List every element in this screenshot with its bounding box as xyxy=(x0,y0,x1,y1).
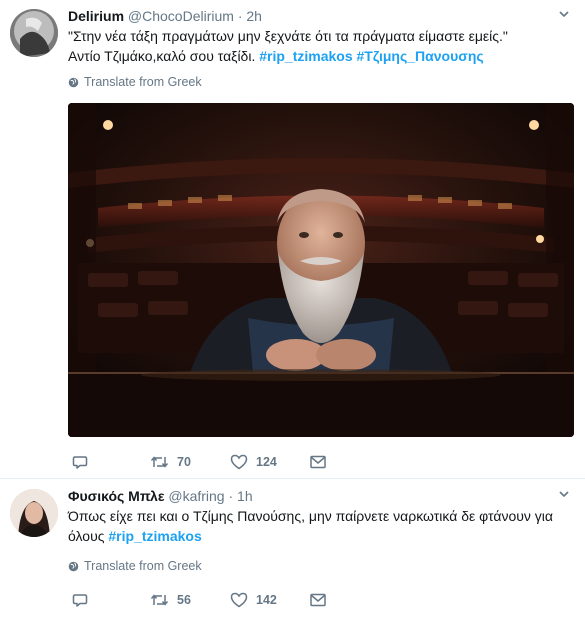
tweet-text-plain: Αντίο Τζιμάκο,καλό σου ταξίδι. xyxy=(68,48,260,64)
chevron-down-icon[interactable] xyxy=(557,487,571,501)
envelope-icon xyxy=(310,593,326,607)
globe-icon xyxy=(68,77,79,87)
tweet-text-line: Αντίο Τζιμάκο,καλό σου ταξίδι. #rip_tzim… xyxy=(68,46,573,66)
translate-label[interactable]: Translate from Greek xyxy=(84,75,202,89)
envelope-icon xyxy=(310,455,326,469)
hashtag-link[interactable]: #rip_tzimakos xyxy=(108,528,201,544)
translate-label[interactable]: Translate from Greek xyxy=(84,559,202,573)
display-name[interactable]: Φυσικός Μπλε xyxy=(68,488,164,504)
tweet-header: Delirium @ChocoDelirium · 2h xyxy=(68,7,575,27)
direct-message-button[interactable] xyxy=(310,452,326,472)
tweet[interactable]: Delirium @ChocoDelirium · 2h "Στην νέα τ… xyxy=(0,0,585,479)
translate-link[interactable]: Translate from Greek xyxy=(68,559,202,573)
hashtag-link[interactable]: #Τζιμης_Πανουσης xyxy=(357,48,484,64)
avatar[interactable] xyxy=(10,9,58,57)
timestamp[interactable]: 2h xyxy=(246,8,262,24)
display-name[interactable]: Delirium xyxy=(68,8,124,24)
reply-icon xyxy=(72,594,88,607)
like-button[interactable]: 124 xyxy=(230,452,277,472)
timestamp[interactable]: 1h xyxy=(237,488,253,504)
reply-button[interactable] xyxy=(72,452,88,472)
theater-portrait-image xyxy=(68,103,574,437)
separator-dot: · xyxy=(237,8,243,24)
retweet-button[interactable]: 70 xyxy=(150,452,191,472)
tweet-text-line: όλους #rip_tzimakos xyxy=(68,526,573,546)
hashtag-link[interactable]: #rip_tzimakos xyxy=(259,48,352,64)
heart-icon xyxy=(230,454,248,470)
globe-icon xyxy=(68,561,79,571)
heart-icon xyxy=(230,592,248,608)
avatar[interactable] xyxy=(10,489,58,537)
like-button[interactable]: 142 xyxy=(230,590,277,610)
reply-button[interactable] xyxy=(72,590,88,610)
tweet[interactable]: Φυσικός Μπλε @kafring · 1h Όπως είχε πει… xyxy=(0,480,585,623)
direct-message-button[interactable] xyxy=(310,590,326,610)
retweet-icon xyxy=(150,594,169,606)
retweet-icon xyxy=(150,456,169,468)
tweet-text: Όπως είχε πει και ο Τζίμης Πανούσης, μην… xyxy=(68,506,573,546)
tweet-header: Φυσικός Μπλε @kafring · 1h xyxy=(68,487,575,507)
tweet-text: "Στην νέα τάξη πραγμάτων μην ξεχνάτε ότι… xyxy=(68,26,573,66)
retweet-count: 70 xyxy=(177,455,191,469)
separator-dot: · xyxy=(228,488,234,504)
chevron-down-icon[interactable] xyxy=(557,7,571,21)
username[interactable]: @kafring xyxy=(168,488,224,504)
tweet-text-plain: όλους xyxy=(68,528,109,544)
like-count: 124 xyxy=(256,455,277,469)
translate-link[interactable]: Translate from Greek xyxy=(68,75,202,89)
retweet-count: 56 xyxy=(177,593,191,607)
tweet-photo[interactable] xyxy=(68,103,574,437)
username[interactable]: @ChocoDelirium xyxy=(128,8,234,24)
tweet-text-line: Όπως είχε πει και ο Τζίμης Πανούσης, μην… xyxy=(68,508,553,524)
retweet-button[interactable]: 56 xyxy=(150,590,191,610)
like-count: 142 xyxy=(256,593,277,607)
tweet-text-line: "Στην νέα τάξη πραγμάτων μην ξεχνάτε ότι… xyxy=(68,28,508,44)
reply-icon xyxy=(72,456,88,469)
